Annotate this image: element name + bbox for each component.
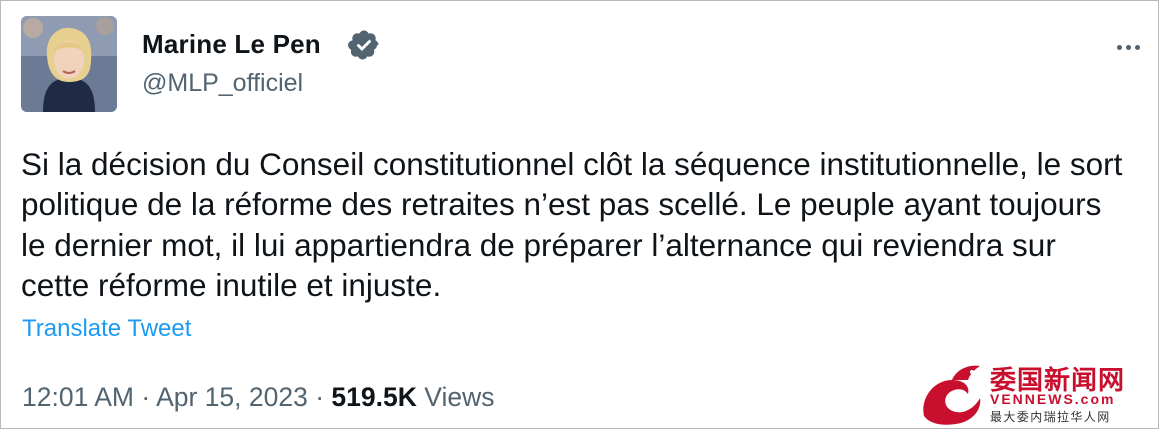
- tweet-text: Si la décision du Conseil constitutionne…: [21, 146, 1123, 303]
- author-handle[interactable]: @MLP_officiel: [142, 69, 303, 98]
- dot-icon: [1126, 45, 1131, 50]
- tweet-meta: 12:01 AM · Apr 15, 2023 · 519.5K Views: [22, 382, 494, 413]
- watermark-logo: 委国新闻网 VENNEWS.com 最大委内瑞拉华人网: [918, 358, 1158, 428]
- avatar[interactable]: [21, 16, 117, 112]
- avatar-photo: [21, 16, 117, 112]
- views-count: 519.5K: [331, 382, 417, 412]
- translate-tweet-link[interactable]: Translate Tweet: [22, 315, 191, 343]
- meta-separator: ·: [141, 382, 151, 412]
- watermark-tagline: 最大委内瑞拉华人网: [990, 410, 1111, 424]
- tweet-date[interactable]: Apr 15, 2023: [156, 382, 308, 412]
- verified-badge-icon: [348, 30, 379, 60]
- views-label: Views: [424, 382, 495, 412]
- tweet-time[interactable]: 12:01 AM: [22, 382, 134, 412]
- dot-icon: [1135, 45, 1140, 50]
- dot-icon: [1117, 45, 1122, 50]
- dragon-logo-icon: [923, 365, 981, 425]
- meta-separator: ·: [315, 382, 325, 412]
- more-options-icon[interactable]: [1117, 37, 1151, 50]
- author-name[interactable]: Marine Le Pen: [142, 29, 321, 60]
- watermark-url: VENNEWS.com: [990, 391, 1116, 407]
